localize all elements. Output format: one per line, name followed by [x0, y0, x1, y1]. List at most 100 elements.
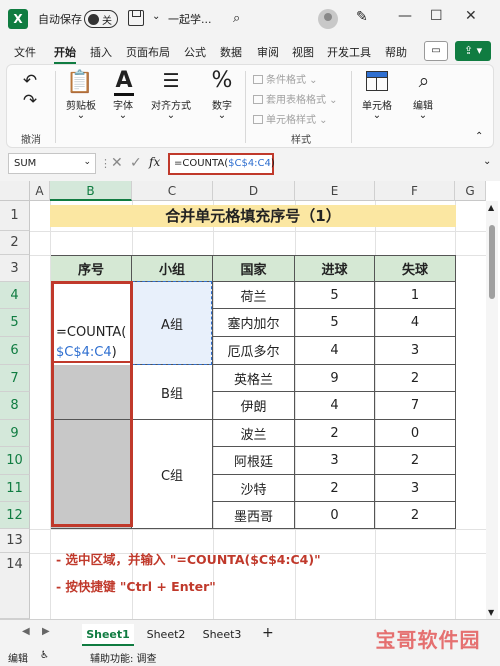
maximize-button[interactable]: ☐: [430, 8, 443, 24]
row-header-12[interactable]: 12: [0, 502, 30, 529]
header-group[interactable]: 小组: [132, 256, 213, 282]
goals-cell[interactable]: 2: [295, 420, 375, 447]
row-header-11[interactable]: 11: [0, 475, 30, 502]
alignment-group[interactable]: ☰ 对齐方式 ⌄: [145, 65, 197, 149]
tab-file[interactable]: 文件: [14, 44, 36, 60]
collapse-ribbon-icon[interactable]: ⌃: [475, 131, 483, 142]
conceded-cell[interactable]: 2: [375, 502, 456, 529]
worksheet-grid[interactable]: A B C D E F G 1 2 3 4 5 6 7 8 9 10 11 12…: [0, 181, 500, 619]
close-button[interactable]: ✕: [465, 8, 477, 24]
goals-cell[interactable]: 9: [295, 365, 375, 392]
cancel-icon[interactable]: ✕: [111, 155, 123, 171]
tab-data[interactable]: 数据: [220, 44, 242, 60]
active-edit-cell[interactable]: =COUNTA( $C$4:C4): [52, 281, 132, 363]
goals-cell[interactable]: 4: [295, 337, 375, 365]
search-icon[interactable]: ⌕: [233, 11, 240, 26]
accessibility-status[interactable]: 辅助功能: 调查: [90, 650, 157, 665]
vertical-scrollbar[interactable]: ▲ ▼: [486, 201, 498, 619]
conceded-cell[interactable]: 0: [375, 420, 456, 447]
font-group[interactable]: A 字体 ⌄: [103, 65, 143, 149]
goals-cell[interactable]: 0: [295, 502, 375, 529]
chevron-down-icon[interactable]: ⌄: [152, 11, 160, 22]
conceded-cell[interactable]: 1: [375, 282, 456, 309]
scroll-thumb[interactable]: [489, 225, 495, 299]
country-cell[interactable]: 伊朗: [213, 392, 295, 420]
header-conceded[interactable]: 失球: [375, 256, 456, 282]
expand-formula-bar-icon[interactable]: ⌄: [483, 156, 491, 167]
goals-cell[interactable]: 4: [295, 392, 375, 420]
formula-input[interactable]: =COUNTA($C$4:C4): [168, 153, 275, 175]
scroll-down-icon[interactable]: ▼: [488, 608, 494, 617]
clipboard-group[interactable]: 📋 剪贴板 ⌄: [57, 65, 103, 149]
goals-cell[interactable]: 3: [295, 447, 375, 475]
avatar[interactable]: [318, 9, 338, 29]
pen-icon[interactable]: ✎: [356, 9, 368, 25]
country-cell[interactable]: 墨西哥: [213, 502, 295, 529]
tab-home[interactable]: 开始: [54, 44, 76, 64]
save-icon[interactable]: [128, 10, 144, 26]
tab-insert[interactable]: 插入: [90, 44, 112, 60]
conditional-format-button[interactable]: 条件格式 ⌄: [253, 71, 318, 86]
goals-cell[interactable]: 2: [295, 475, 375, 502]
index-cell-b[interactable]: [51, 365, 132, 420]
row-header-8[interactable]: 8: [0, 392, 30, 420]
name-box[interactable]: SUM ⌄: [8, 153, 96, 174]
column-header-c[interactable]: C: [132, 181, 213, 201]
group-cell-b[interactable]: B组: [132, 365, 213, 420]
country-cell[interactable]: 荷兰: [213, 282, 295, 309]
add-sheet-button[interactable]: +: [262, 625, 274, 641]
row-header-3[interactable]: 3: [0, 255, 30, 282]
header-index[interactable]: 序号: [51, 256, 132, 282]
conceded-cell[interactable]: 7: [375, 392, 456, 420]
index-cell-c[interactable]: [51, 420, 132, 529]
country-cell[interactable]: 沙特: [213, 475, 295, 502]
row-header-1[interactable]: 1: [0, 201, 30, 231]
cell-style-button[interactable]: 单元格样式 ⌄: [253, 111, 328, 126]
country-cell[interactable]: 塞内加尔: [213, 309, 295, 337]
conceded-cell[interactable]: 3: [375, 475, 456, 502]
sheet-prev-icon[interactable]: ◀: [22, 626, 30, 637]
row-header-6[interactable]: 6: [0, 337, 30, 365]
goals-cell[interactable]: 5: [295, 282, 375, 309]
select-all-corner[interactable]: [0, 181, 30, 201]
tab-formulas[interactable]: 公式: [184, 44, 206, 60]
row-header-9[interactable]: 9: [0, 420, 30, 447]
row-header-10[interactable]: 10: [0, 447, 30, 475]
table-format-button[interactable]: 套用表格格式 ⌄: [253, 91, 338, 106]
group-cell-c[interactable]: C组: [132, 420, 213, 529]
tab-help[interactable]: 帮助: [385, 44, 407, 60]
group-cell-a[interactable]: A组: [132, 282, 213, 365]
tab-view[interactable]: 视图: [292, 44, 314, 60]
conceded-cell[interactable]: 2: [375, 365, 456, 392]
document-title[interactable]: 一起学...: [168, 11, 212, 27]
goals-cell[interactable]: 5: [295, 309, 375, 337]
row-header-7[interactable]: 7: [0, 365, 30, 392]
tab-review[interactable]: 审阅: [257, 44, 279, 60]
number-group[interactable]: % 数字 ⌄: [201, 65, 243, 149]
column-header-f[interactable]: F: [375, 181, 455, 201]
accessibility-icon[interactable]: ♿: [40, 650, 49, 661]
sheet-tab-2[interactable]: Sheet2: [140, 624, 192, 646]
scroll-up-icon[interactable]: ▲: [488, 203, 494, 212]
row-header-4[interactable]: 4: [0, 282, 30, 309]
comments-button[interactable]: ▭: [424, 41, 448, 61]
cells-group[interactable]: 单元格 ⌄: [353, 65, 401, 149]
country-cell[interactable]: 厄瓜多尔: [213, 337, 295, 365]
editing-group[interactable]: ⌕ 编辑 ⌄: [403, 65, 443, 149]
share-button[interactable]: ⇪ ▾: [455, 41, 491, 61]
country-cell[interactable]: 阿根廷: [213, 447, 295, 475]
minimize-button[interactable]: —: [398, 8, 412, 24]
row-header-14[interactable]: 14: [0, 553, 30, 619]
country-cell[interactable]: 波兰: [213, 420, 295, 447]
column-header-d[interactable]: D: [213, 181, 295, 201]
sheet-next-icon[interactable]: ▶: [42, 626, 50, 637]
column-header-b[interactable]: B: [50, 181, 132, 201]
enter-icon[interactable]: ✓: [130, 155, 142, 171]
header-goals[interactable]: 进球: [295, 256, 375, 282]
redo-icon[interactable]: ↷: [15, 89, 45, 113]
conceded-cell[interactable]: 2: [375, 447, 456, 475]
tab-developer[interactable]: 开发工具: [327, 44, 371, 60]
row-header-2[interactable]: 2: [0, 231, 30, 255]
sheet-tab-1[interactable]: Sheet1: [82, 624, 134, 646]
conceded-cell[interactable]: 4: [375, 309, 456, 337]
